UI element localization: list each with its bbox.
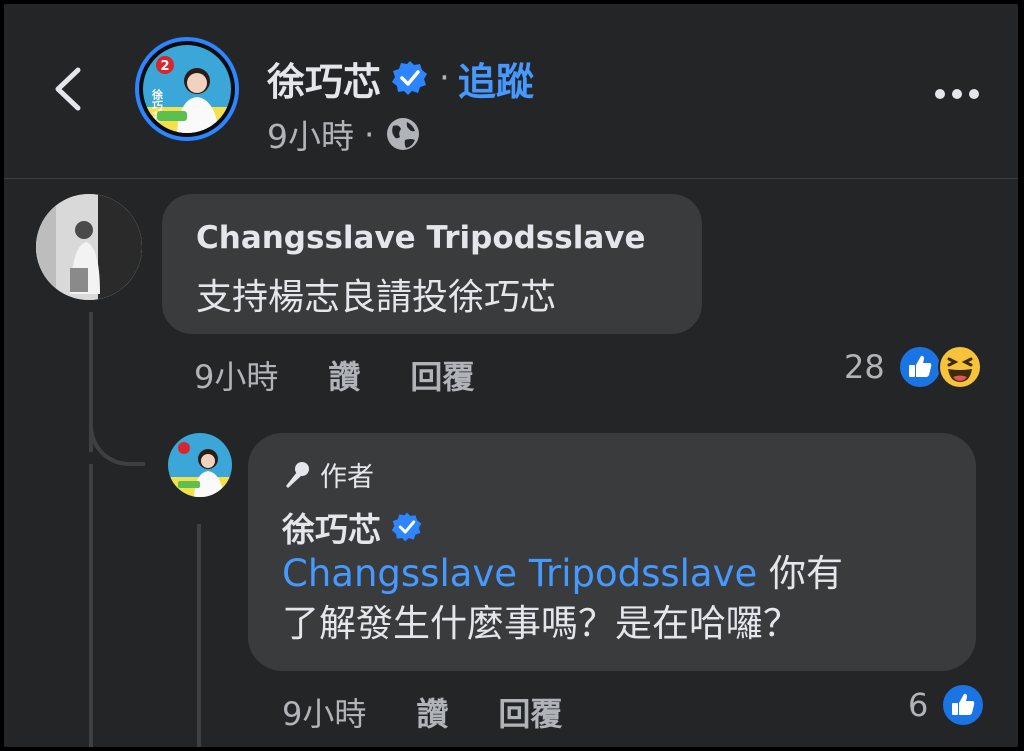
like-reaction-icon (941, 683, 986, 727)
commenter-avatar[interactable] (36, 194, 142, 300)
avatar-image (168, 433, 232, 497)
separator-dot: · (439, 58, 450, 98)
reply-author-avatar[interactable] (168, 433, 232, 497)
reply-button[interactable]: 回覆 (498, 689, 562, 735)
chevron-left-icon (55, 67, 81, 111)
page-name[interactable]: 徐巧芯 (267, 51, 381, 106)
more-options-button[interactable] (932, 84, 982, 104)
reply-actions: 9小時 讚 回覆 (282, 689, 612, 735)
header-title-row: 徐巧芯 · 追蹤 (267, 48, 534, 108)
post-time[interactable]: 9小時 (267, 110, 354, 158)
verified-badge-icon (391, 512, 422, 542)
author-badge: 作者 (282, 455, 374, 494)
back-button[interactable] (48, 64, 88, 114)
avatar-image: 2 徐巧芯 (143, 45, 231, 133)
comment-actions: 9小時 讚 回覆 (194, 352, 524, 398)
like-button[interactable]: 讚 (328, 352, 360, 398)
like-button[interactable]: 讚 (416, 689, 448, 735)
avatar-image (36, 194, 142, 300)
page-avatar[interactable]: 2 徐巧芯 (135, 37, 239, 141)
mention-link[interactable]: Changsslave Tripodsslave (282, 552, 757, 595)
verified-badge-icon (392, 61, 428, 95)
comment-reactions[interactable]: 28 (844, 344, 983, 390)
more-icon (935, 89, 979, 99)
haha-reaction-icon (937, 345, 982, 389)
reply-reactions[interactable]: 6 (908, 682, 986, 728)
post-meta: 9小時 · (267, 110, 421, 158)
comment-bubble[interactable]: Changsslave Tripodsslave 支持楊志良請投徐巧芯 (162, 194, 702, 334)
reply-bubble[interactable]: 作者 徐巧芯 Changsslave Tripodsslave 你有 了解發生什… (248, 433, 976, 671)
comment-author[interactable]: Changsslave Tripodsslave (196, 220, 646, 256)
reaction-count: 6 (908, 686, 929, 724)
comment-text: 支持楊志良請投徐巧芯 (196, 277, 557, 318)
reply-time: 9小時 (282, 695, 367, 733)
reply-text-part: 你有 (757, 552, 844, 595)
reply-text: Changsslave Tripodsslave 你有 了解發生什麼事嗎？是在哈… (282, 549, 962, 649)
avatar-number: 2 (160, 59, 169, 74)
reply-text-part: 了解發生什麼事嗎？是在哈囉？ (282, 602, 800, 645)
separator-dot: · (364, 114, 375, 154)
post-header: 2 徐巧芯 徐巧芯 · 追蹤 9小時 · (4, 4, 1018, 179)
reply-author-row: 徐巧芯 (282, 503, 423, 551)
thread-connector (89, 414, 145, 466)
reply-author[interactable]: 徐巧芯 (282, 503, 381, 551)
reply-button[interactable]: 回覆 (410, 352, 474, 398)
globe-icon (386, 118, 419, 150)
follow-button[interactable]: 追蹤 (458, 51, 534, 106)
reaction-count: 28 (844, 348, 885, 386)
microphone-icon (286, 461, 309, 488)
reply-thread-line (197, 524, 201, 747)
thread-line (89, 464, 93, 747)
post-detail-screen: 2 徐巧芯 徐巧芯 · 追蹤 9小時 · Changsslave Tripods… (4, 4, 1018, 747)
comment-time: 9小時 (194, 358, 279, 396)
author-badge-label: 作者 (320, 462, 374, 493)
